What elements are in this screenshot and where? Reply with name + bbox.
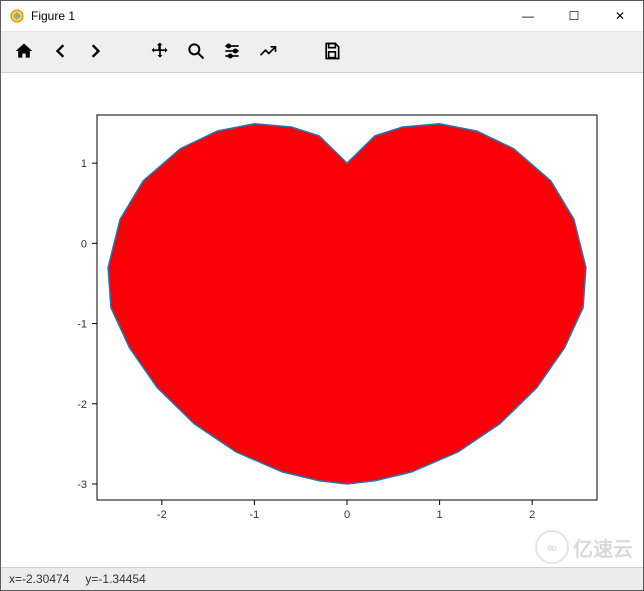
arrow-left-icon (50, 41, 70, 64)
svg-text:-3: -3 (77, 479, 87, 491)
configure-subplots-button[interactable] (215, 35, 249, 69)
svg-text:-1: -1 (77, 319, 87, 331)
chart-canvas: -2 -1 0 1 2 -3 -2 -1 0 1 (27, 85, 617, 555)
pan-button[interactable] (143, 35, 177, 69)
titlebar: Figure 1 — ☐ ✕ (1, 1, 643, 32)
svg-text:-1: -1 (250, 509, 260, 521)
svg-text:1: 1 (437, 509, 443, 521)
window-title: Figure 1 (31, 9, 75, 23)
forward-button[interactable] (79, 35, 113, 69)
maximize-button[interactable]: ☐ (551, 1, 597, 31)
svg-text:0: 0 (344, 509, 350, 521)
back-button[interactable] (43, 35, 77, 69)
svg-text:0: 0 (81, 238, 87, 250)
statusbar: x=-2.30474 y=-1.34454 (1, 567, 643, 590)
chart-edit-icon (258, 41, 278, 64)
close-button[interactable]: ✕ (597, 1, 643, 31)
edit-chart-button[interactable] (251, 35, 285, 69)
zoom-icon (186, 41, 206, 64)
minimize-button[interactable]: — (505, 1, 551, 31)
zoom-button[interactable] (179, 35, 213, 69)
save-button[interactable] (315, 35, 349, 69)
svg-text:-2: -2 (157, 509, 167, 521)
toolbar (1, 32, 643, 73)
plot-area[interactable]: -2 -1 0 1 2 -3 -2 -1 0 1 (1, 73, 643, 567)
cursor-y: y=-1.34454 (85, 572, 145, 586)
home-icon (14, 41, 34, 64)
svg-text:1: 1 (81, 158, 87, 170)
svg-text:-2: -2 (77, 399, 87, 411)
save-icon (322, 41, 342, 64)
cursor-x: x=-2.30474 (9, 572, 69, 586)
move-icon (150, 41, 170, 64)
sliders-icon (222, 41, 242, 64)
svg-text:2: 2 (529, 509, 535, 521)
close-icon: ✕ (615, 9, 625, 23)
home-button[interactable] (7, 35, 41, 69)
maximize-icon: ☐ (569, 9, 580, 23)
arrow-right-icon (86, 41, 106, 64)
figure-window: Figure 1 — ☐ ✕ (0, 0, 644, 591)
minimize-icon: — (522, 9, 534, 23)
app-icon (9, 8, 25, 24)
